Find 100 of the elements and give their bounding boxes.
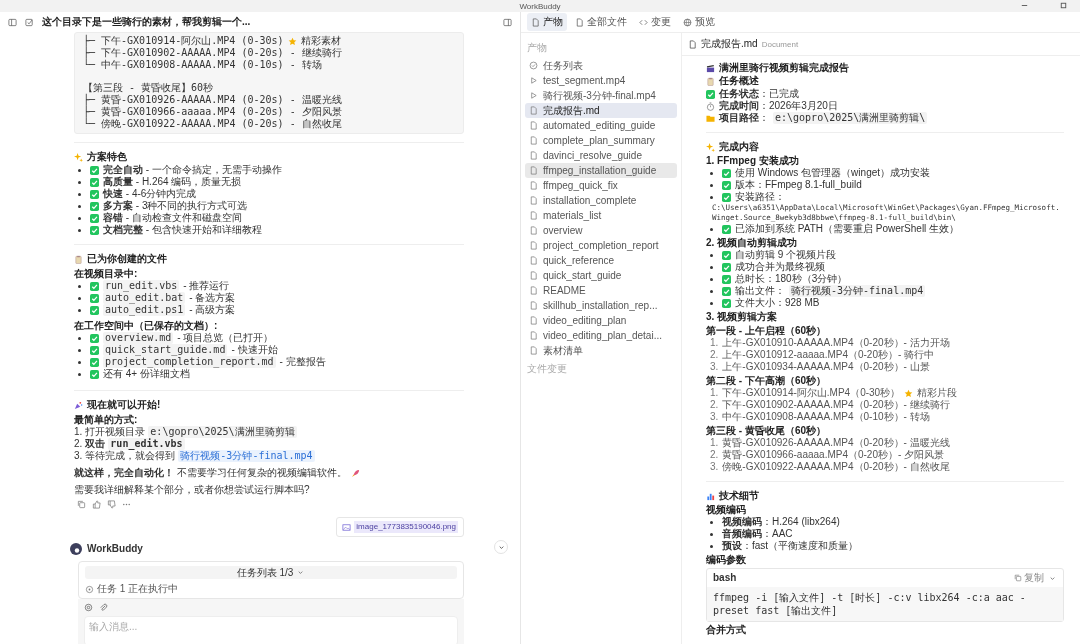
bullet-dot xyxy=(710,253,713,257)
meta-text: 项目路径： xyxy=(719,112,769,124)
file-item[interactable]: skillhub_installation_rep... xyxy=(525,298,677,313)
code-language: bash xyxy=(713,572,737,584)
star-icon xyxy=(287,36,297,46)
inline-code: e:\gopro\2025\满洲里骑剪辑\ xyxy=(773,112,928,124)
file-item[interactable]: complete_plan_summary xyxy=(525,133,677,148)
bullet-dot xyxy=(78,336,81,340)
check-icon xyxy=(90,369,99,379)
paperclip-icon[interactable] xyxy=(99,603,108,612)
star-icon xyxy=(904,388,914,398)
file-item[interactable]: README xyxy=(525,283,677,298)
copy-button[interactable]: 复制 xyxy=(1014,572,1044,584)
file-item[interactable]: materials_list xyxy=(525,208,677,223)
file-description: - 完整报告 xyxy=(279,356,326,368)
file-name: run_edit.vbs xyxy=(103,280,180,292)
file-item[interactable]: video_editing_plan xyxy=(525,313,677,328)
file-item[interactable]: quick_reference xyxy=(525,253,677,268)
panel-tab[interactable]: 变更 xyxy=(635,13,675,31)
bullet-dot xyxy=(710,301,713,305)
task-list-toggle[interactable]: 任务列表 1/3 xyxy=(85,566,457,579)
check-icon xyxy=(90,165,99,175)
edit-icon[interactable] xyxy=(25,17,34,27)
check-icon xyxy=(90,357,99,367)
section-label: 文件变更 xyxy=(527,362,568,376)
file-name: project_completion_report.md xyxy=(103,356,276,368)
check-icon xyxy=(90,201,99,211)
panel-toggle-icon[interactable] xyxy=(503,17,512,27)
party-popper-icon xyxy=(74,400,83,410)
file-item[interactable]: overview xyxy=(525,223,677,238)
file-item[interactable]: ffmpeg_quick_fix xyxy=(525,178,677,193)
feature-text: 文档完整 - 包含快速开始和详细教程 xyxy=(103,224,262,236)
file-item[interactable]: 完成报告.md xyxy=(525,103,677,118)
copy-icon[interactable] xyxy=(77,500,86,509)
check-icon xyxy=(722,262,731,272)
file-item[interactable]: video_editing_plan_detai... xyxy=(525,328,677,343)
spec-text: 预设：fast（平衡速度和质量） xyxy=(722,540,859,552)
sparkle-icon xyxy=(706,142,715,152)
clip-number: 2. xyxy=(710,449,719,461)
segment-heading: 第二段 - 下午高潮（60秒） xyxy=(706,375,827,387)
segment-heading: 第三段 - 黄昏收尾（60秒） xyxy=(706,425,827,437)
globe-icon xyxy=(683,17,692,27)
file-item[interactable]: 素材清单 xyxy=(525,343,677,358)
sidebar-toggle-icon[interactable] xyxy=(8,17,17,27)
step-heading: 3. 视频剪辑方案 xyxy=(706,311,779,323)
file-name: quick_start_guide.md xyxy=(103,344,228,356)
result-text: 已添加到系统 PATH（需要重启 PowerShell 生效） xyxy=(735,223,960,235)
message-input[interactable]: 输入消息... xyxy=(84,616,458,644)
check-icon xyxy=(722,180,731,190)
document-icon xyxy=(575,17,584,27)
clip-number: 1. xyxy=(710,437,719,449)
panel-tab[interactable]: 预览 xyxy=(679,13,719,31)
check-icon xyxy=(90,305,99,315)
file-item[interactable]: project_completion_report xyxy=(525,238,677,253)
thumbs-down-icon[interactable] xyxy=(107,500,116,509)
file-description: - 项目总览（已打开） xyxy=(177,332,274,344)
code-line-note: 精彩素材 xyxy=(300,35,341,47)
file-name: auto_edit.ps1 xyxy=(103,304,186,316)
result-text: 安装路径： xyxy=(735,191,785,203)
file-item[interactable]: ffmpeg_installation_guide xyxy=(525,163,677,178)
clip-number: 3. xyxy=(710,361,719,373)
step-number: 3. xyxy=(74,450,83,462)
restore-icon[interactable] xyxy=(1059,1,1068,10)
clip-text: 上午-GX010912-aaaaa.MP4（0-20秒）- 骑行中 xyxy=(722,349,935,361)
sparkle-icon xyxy=(74,152,83,162)
panel-tab[interactable]: 产物 xyxy=(527,13,567,31)
subheading: 在工作空间中（已保存的文档）: xyxy=(74,320,219,332)
panel-tab[interactable]: 全部文件 xyxy=(571,13,631,31)
code-line: ├─ 黄昏-GX010966-aaaaa.MP4 (0-20s) - 夕阳风景 xyxy=(83,106,342,118)
section-heading: 现在就可以开始! xyxy=(87,399,161,411)
attachment-chip[interactable]: image_1773835190046.png xyxy=(336,517,464,537)
section-heading: 完成内容 xyxy=(719,141,759,153)
result-text: 成功合并为最终视频 xyxy=(735,261,825,273)
file-link[interactable]: 骑行视频-3分钟-final.mp4 xyxy=(178,450,315,462)
clip-note: 精彩片段 xyxy=(917,387,958,399)
section-heading: 方案特色 xyxy=(87,151,127,163)
mention-icon[interactable] xyxy=(84,603,93,612)
feature-text: 快速 - 4-6分钟内完成 xyxy=(103,188,197,200)
result-text: 输出文件： xyxy=(735,285,785,297)
check-icon xyxy=(90,281,99,291)
result-text: 总时长：180秒（3分钟） xyxy=(735,273,848,285)
code-line: ├─ 下午-GX010914-阿尔山.MP4 (0-30s) xyxy=(83,35,284,47)
section-heading: 已为你创建的文件 xyxy=(87,253,167,265)
bullet-dot xyxy=(710,289,713,293)
step-text: 打开视频目录 xyxy=(85,426,146,438)
progress-circle-icon xyxy=(85,584,94,594)
assistant-name: WorkBuddy xyxy=(87,543,143,555)
file-item[interactable]: 骑行视频-3分钟-final.mp4 xyxy=(525,88,677,103)
clip-number: 3. xyxy=(710,411,719,423)
file-item[interactable]: installation_complete xyxy=(525,193,677,208)
subheading: 在视频目录中: xyxy=(74,268,139,280)
thumbs-up-icon[interactable] xyxy=(92,500,101,509)
file-item[interactable]: 任务列表 xyxy=(525,58,677,73)
bullet-dot xyxy=(710,183,713,187)
file-item[interactable]: quick_start_guide xyxy=(525,268,677,283)
file-item[interactable]: automated_editing_guide xyxy=(525,118,677,133)
file-item[interactable]: test_segment.mp4 xyxy=(525,73,677,88)
code-line: ├─ 黄昏-GX010926-AAAAA.MP4 (0-20s) - 温暖光线 xyxy=(83,94,342,106)
file-item[interactable]: davinci_resolve_guide xyxy=(525,148,677,163)
code-line: └─ 傍晚-GX010922-AAAAA.MP4 (0-20s) - 自然收尾 xyxy=(83,118,342,130)
